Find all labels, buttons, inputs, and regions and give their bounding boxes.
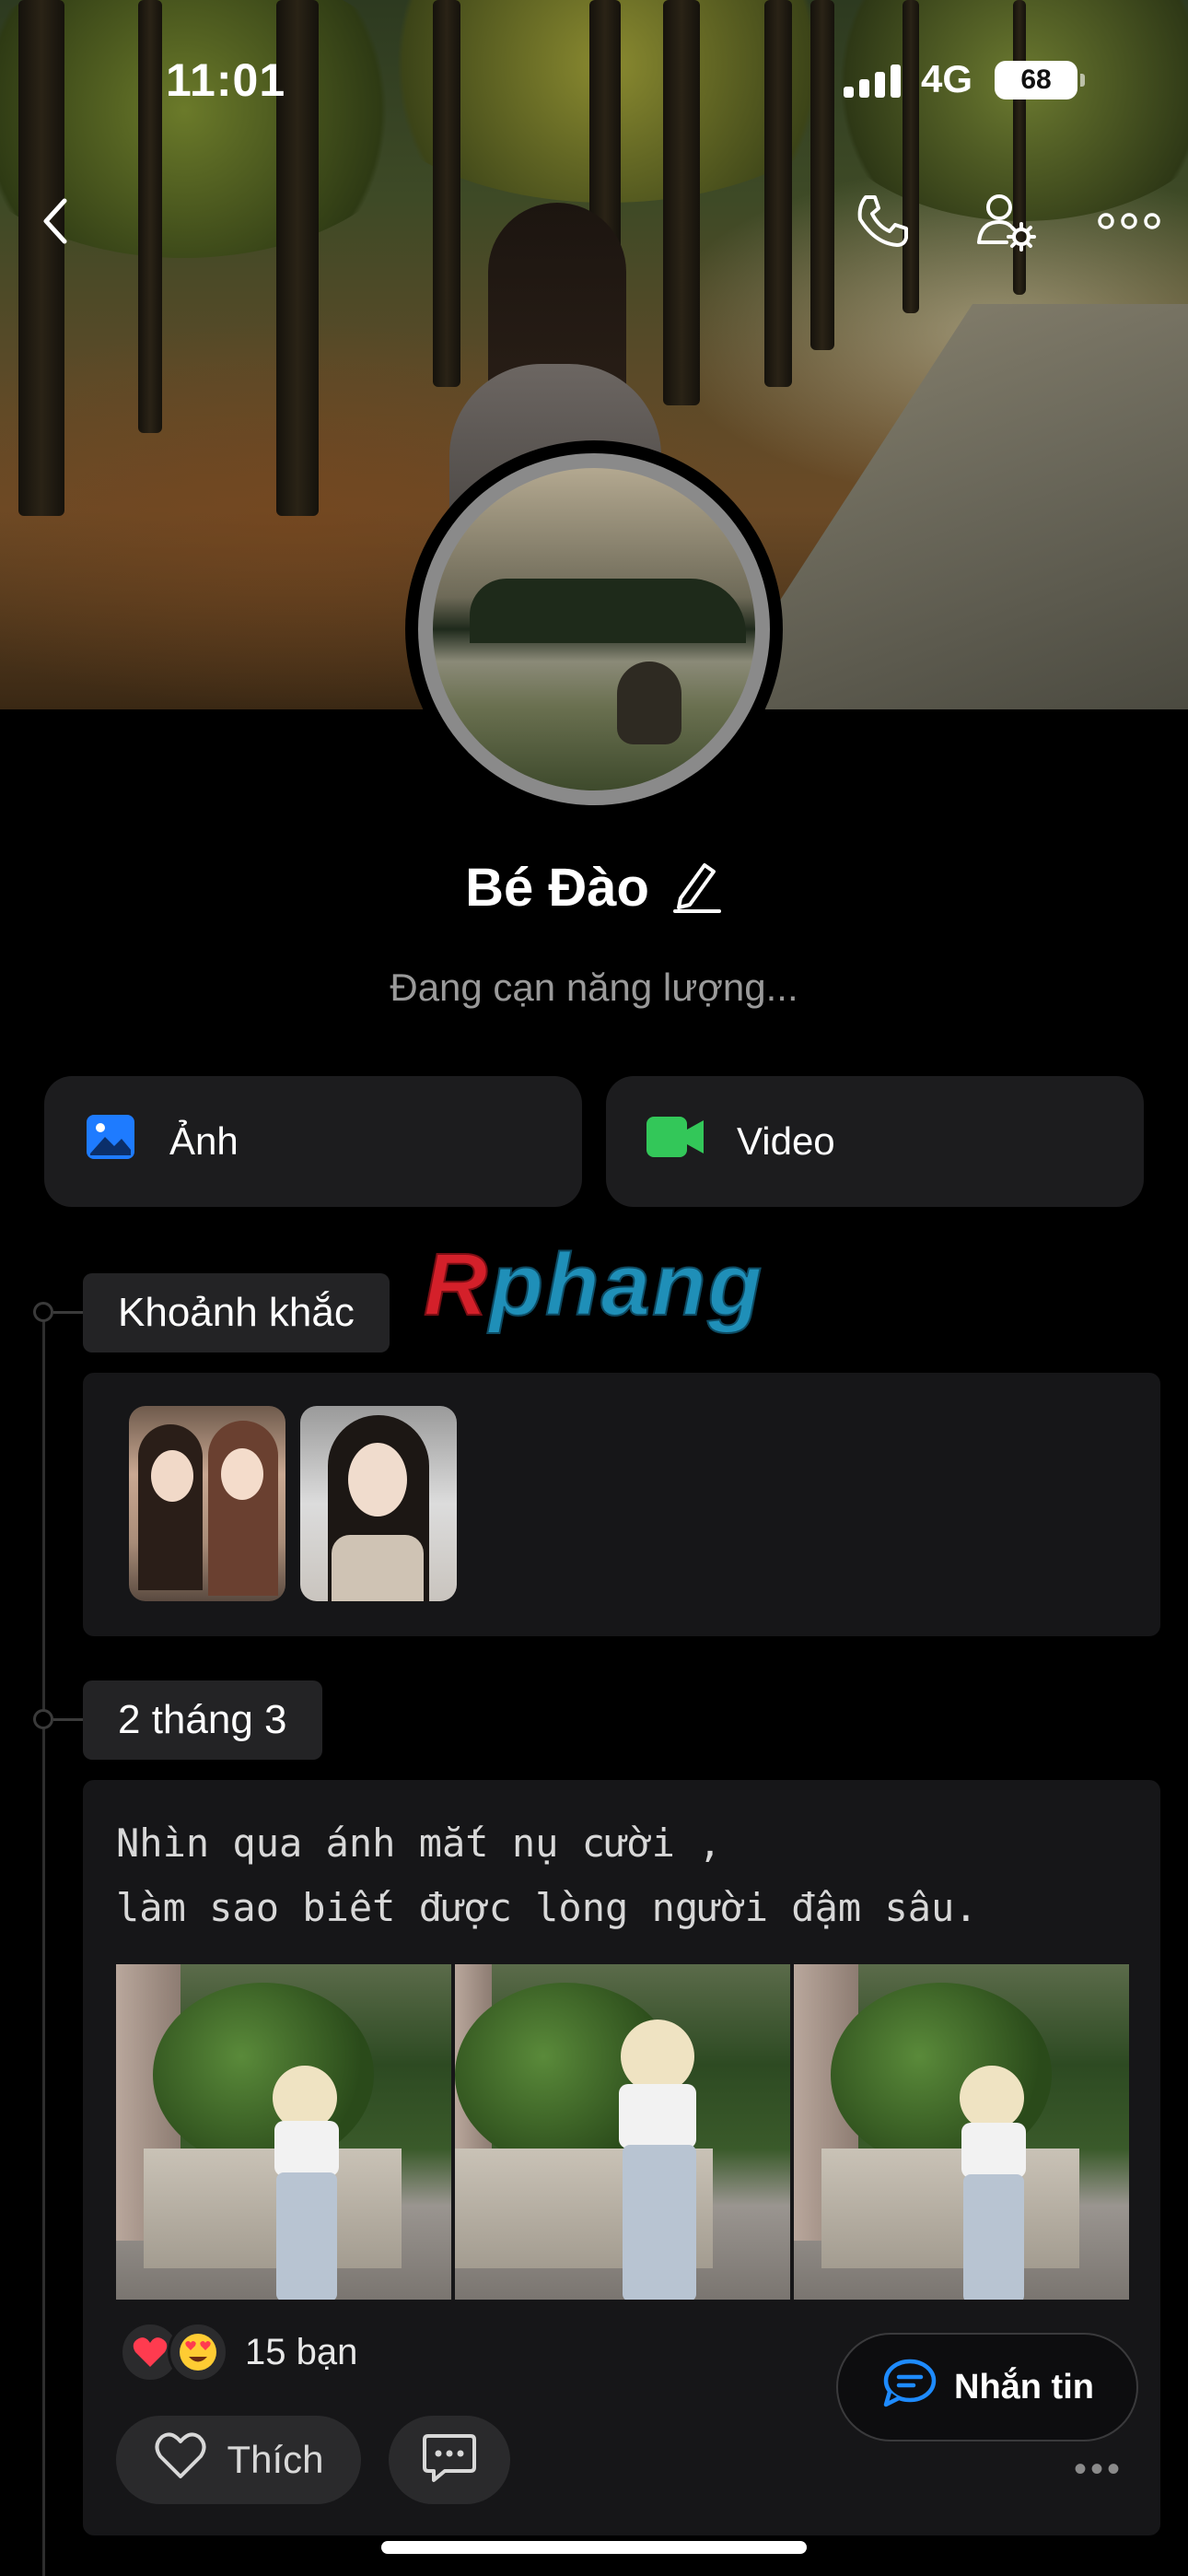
home-indicator[interactable] xyxy=(381,2541,807,2554)
comment-button[interactable] xyxy=(389,2416,510,2504)
profile-name-row: Bé Đào xyxy=(0,857,1188,919)
heart-outline-icon xyxy=(153,2430,208,2489)
videos-button[interactable]: Video xyxy=(606,1076,1144,1207)
message-button-label: Nhắn tin xyxy=(954,2367,1094,2406)
reaction-count: 15 bạn xyxy=(245,2331,358,2372)
like-button[interactable]: Thích xyxy=(116,2416,361,2504)
more-icon[interactable] xyxy=(1092,184,1166,258)
post-photo[interactable] xyxy=(794,1964,1129,2300)
post-text: Nhìn qua ánh mắt nụ cười , làm sao biết … xyxy=(116,1821,978,1930)
user-settings-icon[interactable] xyxy=(969,184,1042,258)
post-photo[interactable] xyxy=(116,1964,451,2300)
image-icon xyxy=(85,1113,136,1170)
profile-name: Bé Đào xyxy=(465,858,649,918)
moments-title: Khoảnh khắc xyxy=(83,1273,390,1352)
post-photo[interactable] xyxy=(455,1964,790,2300)
back-chevron-icon[interactable] xyxy=(18,184,92,258)
battery-icon: 68 xyxy=(995,61,1085,100)
like-button-label: Thích xyxy=(227,2438,324,2481)
timeline-dot xyxy=(33,1709,53,1729)
moment-thumbnail[interactable] xyxy=(300,1406,457,1601)
profile-bio: Đang cạn năng lượng... xyxy=(390,966,798,1009)
phone-icon[interactable] xyxy=(845,184,919,258)
video-camera-icon xyxy=(646,1117,704,1166)
post-reactions[interactable]: 15 bạn xyxy=(120,2322,357,2383)
moments-card xyxy=(83,1373,1160,1636)
watermark: Rphang xyxy=(423,1235,764,1335)
post-more-icon[interactable]: ••• xyxy=(1074,2449,1124,2490)
comment-icon xyxy=(421,2432,478,2488)
photos-button[interactable]: Ảnh xyxy=(44,1076,582,1207)
message-button[interactable]: Nhắn tin xyxy=(836,2333,1138,2441)
network-type: 4G xyxy=(921,57,973,100)
post-date: 2 tháng 3 xyxy=(83,1680,322,1760)
moment-thumbnail[interactable] xyxy=(129,1406,285,1601)
videos-button-label: Video xyxy=(737,1119,835,1163)
timeline-dot xyxy=(33,1302,53,1322)
timeline-line xyxy=(42,1308,45,2576)
edit-pencil-icon[interactable] xyxy=(671,858,723,918)
chat-bubble-icon xyxy=(880,2357,938,2418)
photos-button-label: Ảnh xyxy=(169,1119,239,1163)
signal-icon xyxy=(844,64,903,98)
status-time: 11:01 xyxy=(166,54,286,106)
avatar[interactable] xyxy=(433,468,755,790)
heart-eyes-reaction-icon xyxy=(168,2322,228,2383)
